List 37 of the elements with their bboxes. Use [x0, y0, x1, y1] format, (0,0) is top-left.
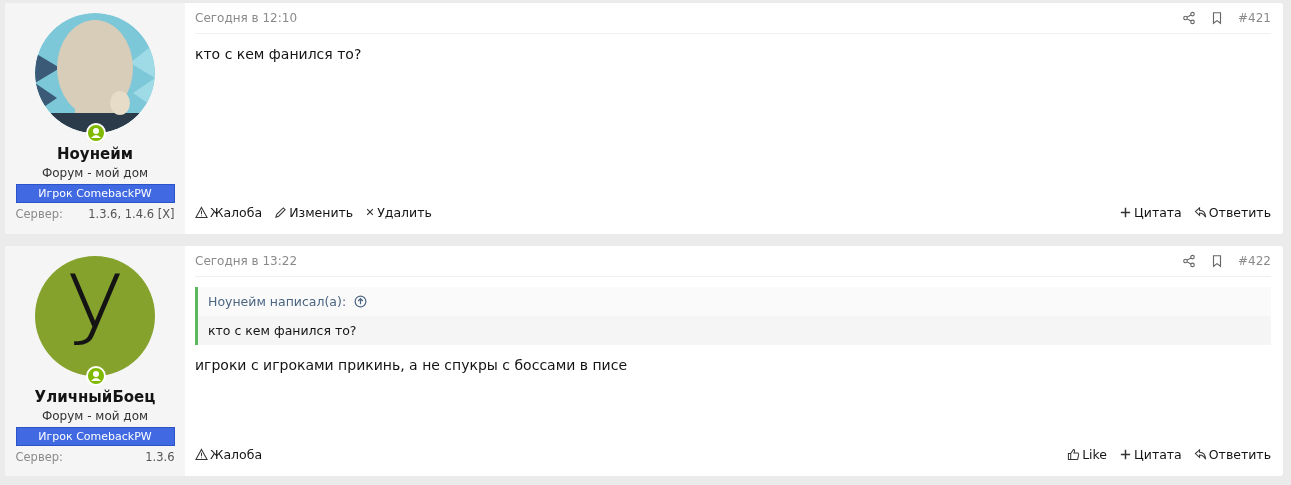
report-link[interactable]: Жалоба [195, 204, 263, 220]
reply-arrow-icon [1193, 205, 1207, 219]
server-label: Сервер: [15, 207, 63, 221]
user-title: Форум - мой дом [41, 166, 149, 180]
report-link[interactable]: Жалоба [195, 447, 263, 462]
thumbs-up-icon [1067, 448, 1081, 461]
username[interactable]: УличныйБоец [34, 387, 156, 406]
like-link[interactable]: Like [1067, 447, 1108, 462]
share-icon[interactable] [1182, 253, 1197, 268]
pencil-icon [274, 205, 288, 219]
quote-attribution[interactable]: Ноунейм написал(а): [208, 293, 347, 309]
reply-link[interactable]: Ответить [1193, 204, 1271, 220]
quote-link[interactable]: Цитата [1119, 447, 1182, 462]
reply-link[interactable]: Ответить [1193, 447, 1271, 462]
edit-link[interactable]: Изменить [274, 204, 354, 220]
user-title: Форум - мой дом [41, 408, 149, 423]
username[interactable]: Ноунейм [57, 145, 133, 163]
arrow-up-circle-icon[interactable] [354, 294, 368, 308]
quote-text: кто с кем фанился то? [207, 321, 358, 340]
warning-icon [195, 205, 208, 219]
post-text: кто с кем фанился то? [195, 46, 363, 62]
plus-icon [1119, 205, 1133, 219]
post-text: игроки с игроками прикинь, а не спукры с боссами в писе [195, 356, 629, 373]
user-banner: Игрок ComebackPW [15, 184, 175, 203]
plus-icon [1119, 448, 1133, 461]
letter-avatar[interactable]: У [35, 255, 155, 376]
server-label: Сервер: [15, 449, 63, 464]
share-icon[interactable] [1182, 11, 1197, 25]
user-banner: Игрок ComebackPW [15, 426, 175, 446]
quote-link[interactable]: Цитата [1119, 204, 1182, 220]
warning-icon [195, 448, 208, 461]
reply-arrow-icon [1193, 448, 1207, 461]
close-icon [365, 207, 376, 217]
server-value: 1.3.6 [145, 449, 175, 464]
server-value: 1.3.6, 1.4.6 [X] [88, 207, 175, 221]
post-date[interactable]: Сегодня в 12:10 [195, 11, 298, 25]
delete-link[interactable]: Удалить [365, 204, 432, 220]
